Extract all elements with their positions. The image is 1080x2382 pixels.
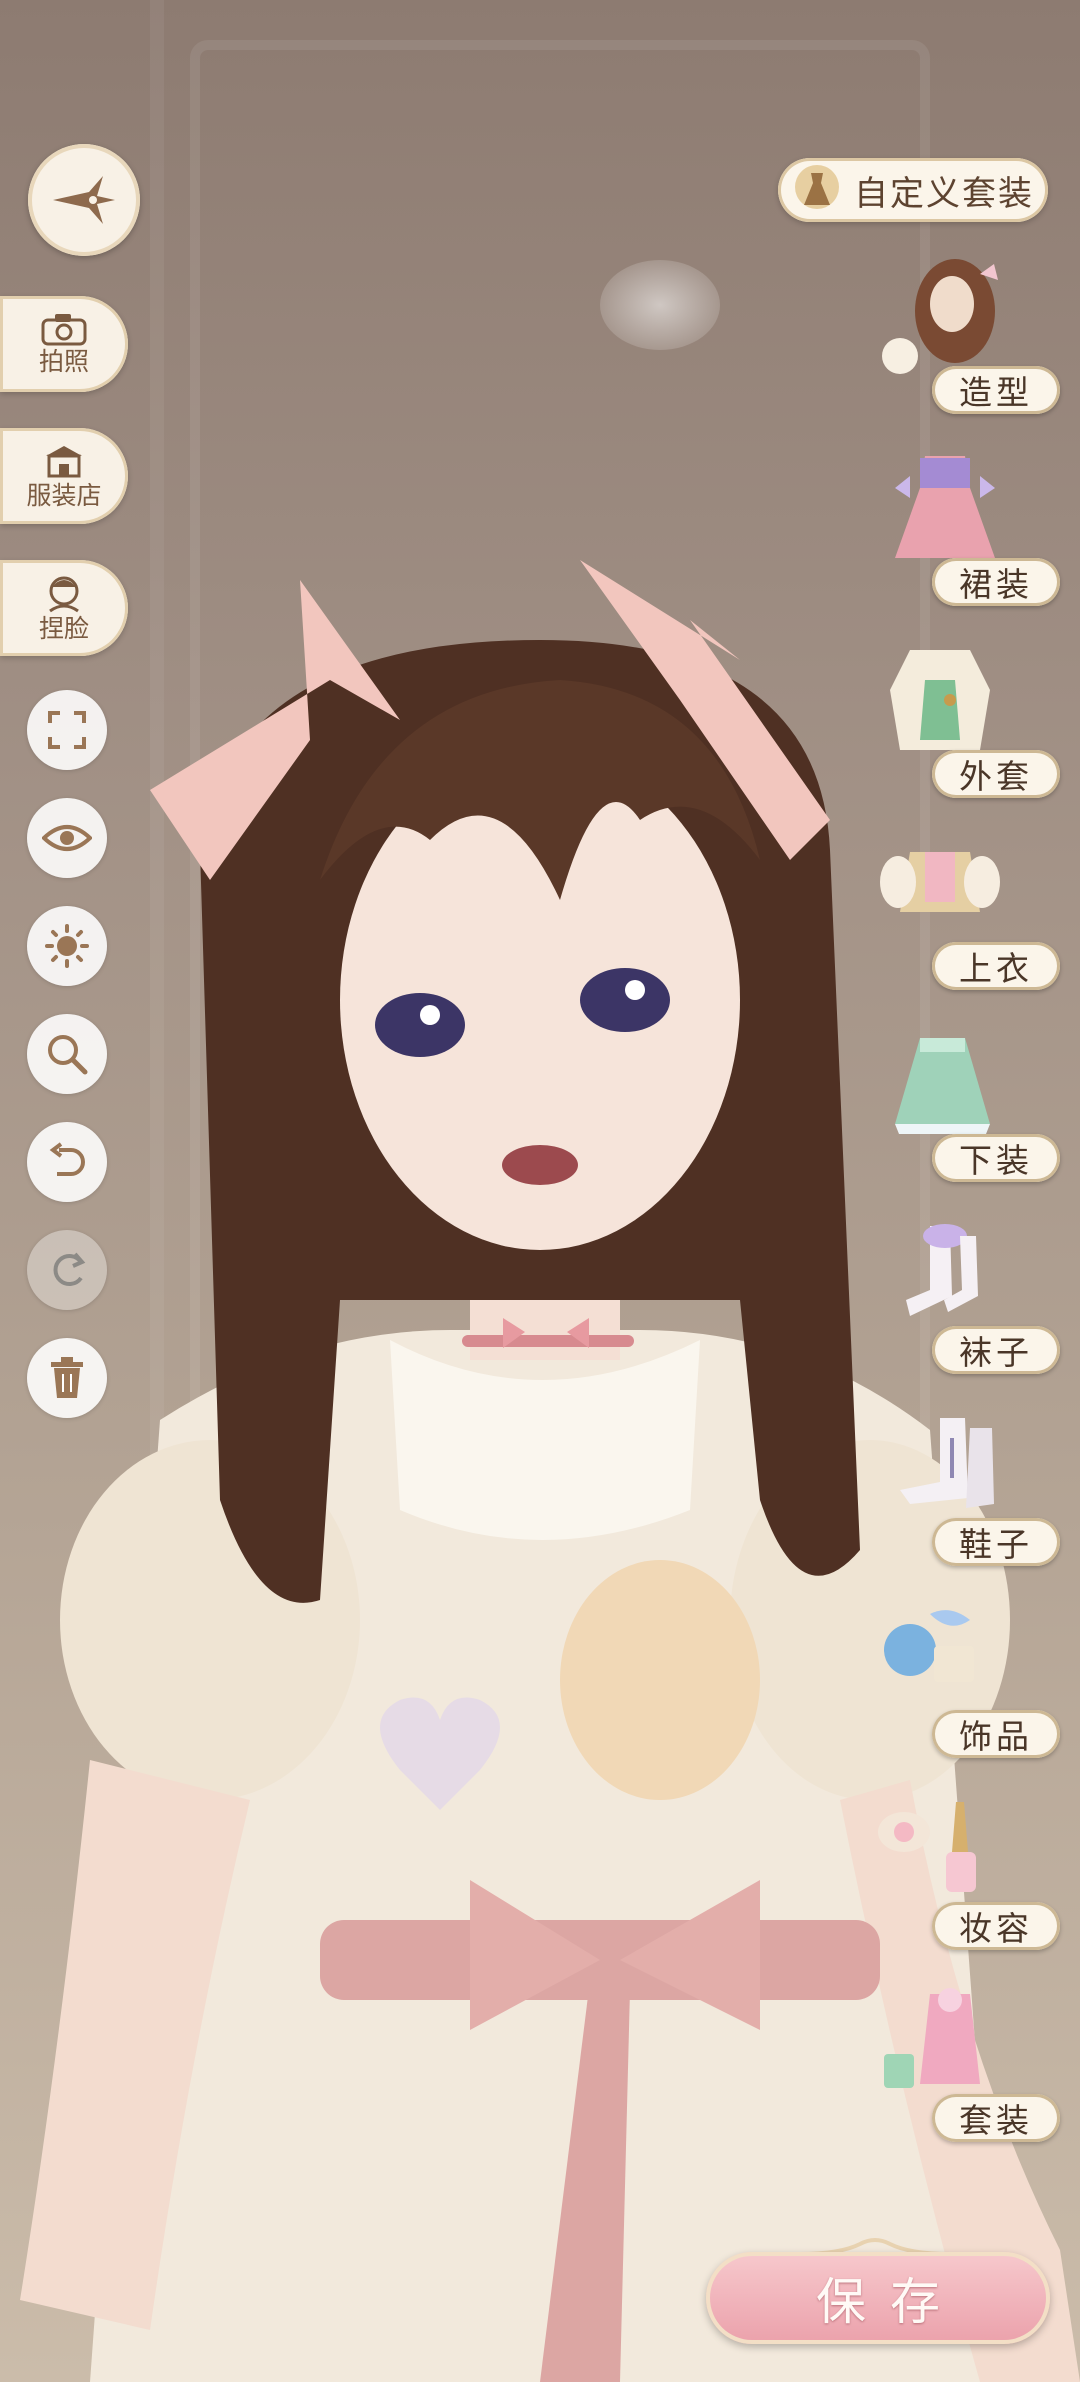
lips — [502, 1145, 578, 1185]
category-label: 外套 — [959, 757, 1033, 796]
undo-button[interactable] — [27, 1122, 107, 1202]
photo-button[interactable]: 拍照 — [0, 296, 128, 392]
clothing-shop-label: 服装店 — [26, 481, 102, 510]
socks-thumbnail — [906, 1224, 978, 1316]
back-button[interactable] — [28, 144, 140, 256]
save-label: 保存 — [816, 2273, 964, 2331]
zoom-button[interactable] — [27, 1014, 107, 1094]
camera-icon — [41, 314, 87, 346]
category-label: 鞋子 — [959, 1525, 1033, 1564]
category-outfit-set[interactable]: 套装 — [860, 1984, 1060, 2144]
category-dress[interactable]: 裙装 — [860, 448, 1060, 608]
category-makeup[interactable]: 妆容 — [860, 1792, 1060, 1952]
clothing-shop-button[interactable]: 服装店 — [0, 428, 128, 524]
category-coat[interactable]: 外套 — [860, 640, 1060, 800]
hide-ui-button[interactable] — [27, 798, 107, 878]
top-thumbnail — [880, 852, 1000, 912]
category-label: 袜子 — [959, 1333, 1033, 1372]
accessories-thumbnail — [884, 1610, 974, 1682]
custom-outfit-button[interactable]: 自定义套装 — [778, 158, 1048, 222]
eye-icon — [42, 825, 92, 851]
photo-label: 拍照 — [38, 347, 89, 376]
fullscreen-button[interactable] — [27, 690, 107, 770]
category-label: 套装 — [959, 2101, 1033, 2140]
compass-icon — [53, 176, 115, 224]
dress-icon — [795, 165, 839, 209]
category-label: 上衣 — [959, 949, 1033, 988]
lighting-button[interactable] — [27, 906, 107, 986]
face-edit-label: 捏脸 — [38, 614, 89, 643]
magnifier-icon — [48, 1035, 88, 1075]
category-accessories[interactable]: 饰品 — [860, 1600, 1060, 1760]
left-eye — [375, 993, 465, 1057]
bunny-print — [560, 1560, 760, 1800]
redo-button[interactable] — [27, 1230, 107, 1310]
coat-thumbnail — [890, 650, 990, 750]
sun-icon — [45, 924, 89, 968]
makeup-thumbnail — [878, 1802, 976, 1892]
outfit-set-thumbnail — [884, 1988, 980, 2088]
fullscreen-icon — [48, 711, 86, 749]
category-bottom[interactable]: 下装 — [860, 1024, 1060, 1184]
category-label: 造型 — [959, 373, 1033, 412]
redo-icon — [53, 1252, 86, 1286]
shop-icon — [46, 446, 82, 478]
trash-icon — [51, 1357, 83, 1398]
category-hairstyle[interactable]: 造型 — [860, 256, 1060, 416]
face-edit-button[interactable]: 捏脸 — [0, 560, 128, 656]
face-icon — [49, 576, 79, 613]
custom-outfit-label: 自定义套装 — [854, 173, 1034, 214]
category-label: 饰品 — [959, 1717, 1033, 1756]
category-label: 妆容 — [959, 1909, 1033, 1948]
category-socks[interactable]: 袜子 — [860, 1216, 1060, 1376]
save-button[interactable]: 保存 — [706, 2252, 1050, 2344]
category-shoes[interactable]: 鞋子 — [860, 1408, 1060, 1568]
right-eye — [580, 968, 670, 1032]
hairstyle-thumbnail — [882, 259, 998, 374]
shoes-thumbnail — [900, 1418, 994, 1508]
choker — [462, 1335, 634, 1347]
category-label: 裙装 — [959, 565, 1033, 604]
undo-icon — [49, 1142, 85, 1176]
category-top[interactable]: 上衣 — [860, 832, 1060, 992]
dress-thumbnail — [895, 456, 995, 558]
category-label: 下装 — [959, 1141, 1033, 1180]
bottom-thumbnail — [895, 1038, 990, 1134]
delete-button[interactable] — [27, 1338, 107, 1418]
